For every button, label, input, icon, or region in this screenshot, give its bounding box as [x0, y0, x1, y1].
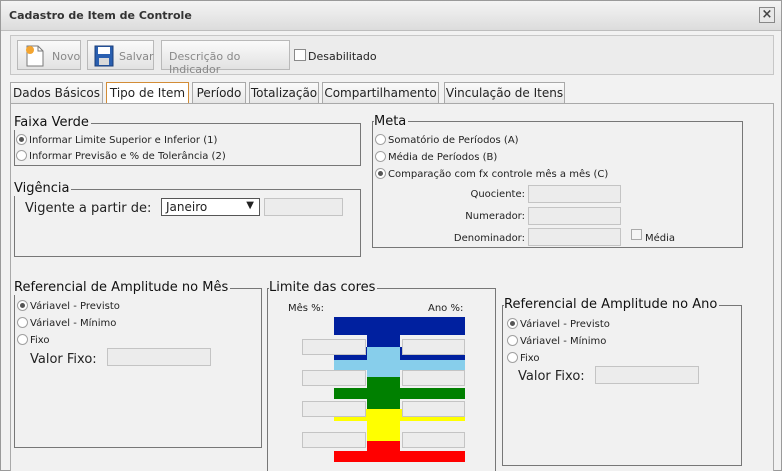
limite-cores-legend: Limite das cores [269, 280, 378, 295]
descricao-label: Descrição do Indicador [169, 50, 241, 76]
denominador-field[interactable] [528, 228, 621, 246]
vigente-month-value: Janeiro [166, 200, 208, 214]
green-bar [334, 388, 465, 399]
faixa-verde-group: Faixa Verde Informar Limite Superior e I… [14, 115, 361, 166]
ref-ano-valor-fixo-label: Valor Fixo: [518, 369, 585, 384]
tab-totalizacao[interactable]: Totalização [249, 82, 319, 103]
ref-ano-group: Referencial de Amplitude no Ano Váriavel… [502, 297, 742, 466]
red-bar [334, 451, 465, 462]
mes-limit-4-field[interactable] [302, 432, 366, 448]
quociente-field[interactable] [528, 185, 621, 203]
mes-limit-2-field[interactable] [302, 370, 366, 386]
meta-option-c-radio[interactable] [375, 168, 386, 179]
ano-limit-1-field[interactable] [402, 339, 465, 355]
novo-button[interactable]: Novo [17, 40, 81, 70]
limite-cores-group: Limite das cores Mês %: Ano %: [267, 280, 496, 471]
vigencia-legend: Vigência [14, 181, 72, 196]
title-bar: Cadastro de Item de Controle × [1, 1, 781, 31]
ref-ano-legend: Referencial de Amplitude no Ano [504, 297, 720, 312]
numerador-label: Numerador: [465, 211, 525, 222]
ref-mes-previsto-label: Váriavel - Previsto [30, 301, 120, 312]
yellow-stem [367, 409, 400, 441]
ref-ano-minimo-label: Váriavel - Mínimo [520, 336, 607, 347]
ref-ano-fixo-radio[interactable] [507, 352, 518, 363]
quociente-label: Quociente: [470, 189, 525, 200]
tab-vinculacao-itens[interactable]: Vinculação de Itens [444, 82, 565, 103]
desabilitado-checkbox[interactable] [294, 49, 306, 61]
denominador-label: Denominador: [453, 233, 525, 244]
vigencia-group: Vigência Vigente a partir de: Janeiro ▼ [14, 181, 361, 257]
ref-ano-valor-fixo-field[interactable] [595, 366, 699, 384]
meta-group: Meta Somatório de Períodos (A) Média de … [372, 114, 743, 248]
numerador-field[interactable] [528, 207, 621, 225]
meta-option-c-label: Comparação com fx controle mês a mês (C) [388, 169, 609, 180]
ref-ano-fixo-label: Fixo [520, 353, 540, 364]
ano-percent-label: Ano %: [428, 303, 464, 314]
tab-dados-basicos[interactable]: Dados Básicos [10, 82, 103, 103]
faixa-verde-option-2-label: Informar Previsão e % de Tolerância (2) [29, 151, 226, 162]
mes-limit-1-field[interactable] [302, 339, 366, 355]
vigente-label: Vigente a partir de: [25, 201, 152, 216]
save-icon [94, 45, 114, 67]
ref-mes-valor-fixo-field[interactable] [107, 348, 211, 366]
new-document-icon [26, 45, 44, 67]
ref-mes-group: Referencial de Amplitude no Mês Váriavel… [14, 280, 262, 448]
meta-legend: Meta [374, 114, 409, 129]
salvar-button[interactable]: Salvar [87, 40, 154, 70]
faixa-verde-option-1-radio[interactable] [16, 134, 27, 145]
media-checkbox[interactable] [631, 229, 642, 240]
meta-option-b-label: Média de Períodos (B) [388, 152, 498, 163]
ref-mes-legend: Referencial de Amplitude no Mês [14, 280, 231, 295]
ref-mes-fixo-radio[interactable] [17, 334, 28, 345]
ref-ano-previsto-label: Váriavel - Previsto [520, 319, 610, 330]
ref-mes-minimo-label: Váriavel - Mínimo [30, 318, 117, 329]
window-title: Cadastro de Item de Controle [9, 9, 192, 22]
salvar-label: Salvar [119, 50, 154, 63]
desabilitado-label: Desabilitado [308, 50, 377, 63]
descricao-indicador-button[interactable]: Descrição do Indicador [161, 40, 290, 76]
dropdown-arrow-icon: ▼ [246, 200, 254, 211]
tab-periodo[interactable]: Período [192, 82, 246, 103]
ano-limit-3-field[interactable] [402, 401, 465, 417]
vigente-extra-field[interactable] [264, 198, 343, 216]
faixa-verde-option-2-radio[interactable] [16, 150, 27, 161]
ref-ano-minimo-radio[interactable] [507, 335, 518, 346]
mes-percent-label: Mês %: [288, 303, 325, 314]
ref-mes-previsto-radio[interactable] [17, 300, 28, 311]
ref-mes-minimo-radio[interactable] [17, 317, 28, 328]
tab-bar: Dados Básicos Tipo de Item Período Total… [10, 82, 774, 104]
vigente-month-select[interactable]: Janeiro ▼ [161, 198, 260, 216]
tab-panel: Faixa Verde Informar Limite Superior e I… [10, 103, 774, 471]
ref-mes-valor-fixo-label: Valor Fixo: [30, 352, 97, 367]
ano-limit-2-field[interactable] [402, 370, 465, 386]
faixa-verde-legend: Faixa Verde [14, 115, 91, 130]
close-icon: × [761, 7, 773, 22]
media-label: Média [645, 233, 676, 244]
meta-option-b-radio[interactable] [375, 151, 386, 162]
dialog-window: Cadastro de Item de Controle × Novo Salv… [0, 0, 782, 471]
tab-tipo-de-item[interactable]: Tipo de Item [106, 82, 189, 104]
close-button[interactable]: × [759, 7, 775, 23]
navy-bar-top [334, 317, 465, 335]
toolbar: Novo Salvar Descrição do Indicador Desab… [10, 35, 774, 76]
ref-ano-previsto-radio[interactable] [507, 318, 518, 329]
ref-mes-fixo-label: Fixo [30, 335, 50, 346]
faixa-verde-option-1-label: Informar Limite Superior e Inferior (1) [29, 135, 218, 146]
meta-option-a-radio[interactable] [375, 134, 386, 145]
novo-label: Novo [52, 50, 81, 63]
tab-compartilhamento[interactable]: Compartilhamento [322, 82, 439, 103]
meta-option-a-label: Somatório de Períodos (A) [388, 135, 519, 146]
navy-bar-stem [367, 335, 400, 347]
mes-limit-3-field[interactable] [302, 401, 366, 417]
ano-limit-4-field[interactable] [402, 432, 465, 448]
